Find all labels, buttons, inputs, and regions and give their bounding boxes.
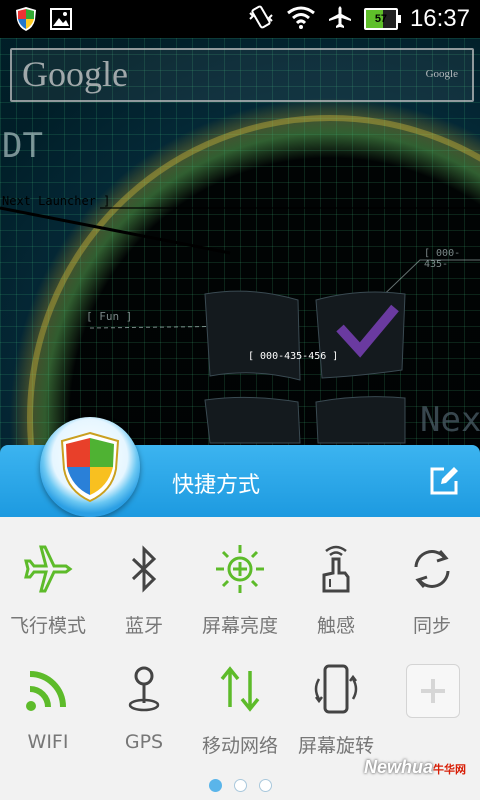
page-dot-2[interactable]: [233, 779, 247, 792]
page-dot-1[interactable]: [208, 779, 222, 792]
tile-label: 屏幕旋转: [297, 735, 374, 757]
tile-label: 移动网络: [201, 735, 278, 757]
wifi-icon: [26, 671, 66, 711]
tile-label: 飞行模式: [9, 615, 86, 637]
page-indicator: [0, 779, 480, 792]
google-search-widget[interactable]: Google Google: [10, 48, 474, 102]
gallery-icon: [50, 8, 72, 34]
wallpaper-text-next: Next: [420, 400, 480, 440]
shortcut-gps[interactable]: GPS: [96, 637, 192, 755]
bluetooth-icon: [131, 545, 157, 593]
newhua-watermark: Newhua牛华网: [364, 757, 466, 778]
tile-label: 触感: [316, 615, 355, 637]
battery-level: 57: [374, 13, 388, 25]
watermark-brand: Newhua: [363, 757, 433, 777]
status-bar: 57 16:37: [0, 0, 480, 38]
wallpaper-text-code1: [ 000-435-456 ]: [248, 351, 339, 362]
watermark-cn: 牛华网: [433, 764, 466, 776]
clock: 16:37: [409, 5, 470, 32]
edit-icon: [430, 467, 458, 495]
airplane-icon: [24, 545, 73, 593]
google-small-label: Google: [425, 68, 458, 80]
haptic-touch-icon: [322, 545, 350, 593]
google-logo: Google: [22, 54, 128, 94]
shortcut-screen-rotate[interactable]: 屏幕旋转: [288, 637, 384, 757]
shortcuts-panel: 飞行模式 蓝牙 屏幕亮度 触感 同步 WIFI GPS 移动网络 屏幕旋转 Ne…: [0, 517, 480, 800]
add-shortcut-button[interactable]: [406, 664, 460, 718]
shortcut-sync[interactable]: 同步: [384, 517, 480, 637]
screen-rotate-icon: [314, 664, 358, 714]
tile-label: 同步: [412, 615, 451, 637]
tile-label: 屏幕亮度: [201, 615, 278, 637]
gps-pin-icon: [128, 666, 160, 712]
battery-icon: 57: [363, 8, 401, 30]
plus-icon: [421, 679, 445, 703]
shortcut-haptic[interactable]: 触感: [288, 517, 384, 637]
wallpaper-text-dt: DT: [2, 126, 43, 166]
shortcut-brightness[interactable]: 屏幕亮度: [192, 517, 288, 637]
wallpaper-text-code2: [ 000-435-: [424, 248, 461, 270]
sync-icon: [414, 550, 450, 588]
wifi-icon: [286, 5, 316, 33]
wallpaper-text-fun: [ Fun ]: [86, 310, 133, 323]
tile-label: 蓝牙: [124, 615, 163, 637]
page-dot-3[interactable]: [258, 779, 272, 792]
airplane-icon: [328, 5, 352, 33]
tile-label: WIFI: [27, 731, 69, 753]
shortcut-bluetooth[interactable]: 蓝牙: [96, 517, 192, 637]
tile-label: GPS: [124, 731, 164, 753]
shortcut-mobile-data[interactable]: 移动网络: [192, 637, 288, 757]
mobile-data-icon: [220, 666, 260, 712]
security-shield-icon: [14, 6, 38, 36]
security-shield-badge: [40, 417, 140, 517]
shortcut-wifi[interactable]: WIFI: [0, 637, 96, 755]
vibrate-icon: [248, 4, 274, 34]
shortcut-airplane-mode[interactable]: 飞行模式: [0, 517, 96, 637]
security-shield-icon: [60, 431, 120, 503]
edit-button[interactable]: [428, 465, 460, 497]
brightness-icon: [216, 545, 264, 593]
wallpaper-text-launcher: Next Launcher ]: [2, 194, 111, 208]
